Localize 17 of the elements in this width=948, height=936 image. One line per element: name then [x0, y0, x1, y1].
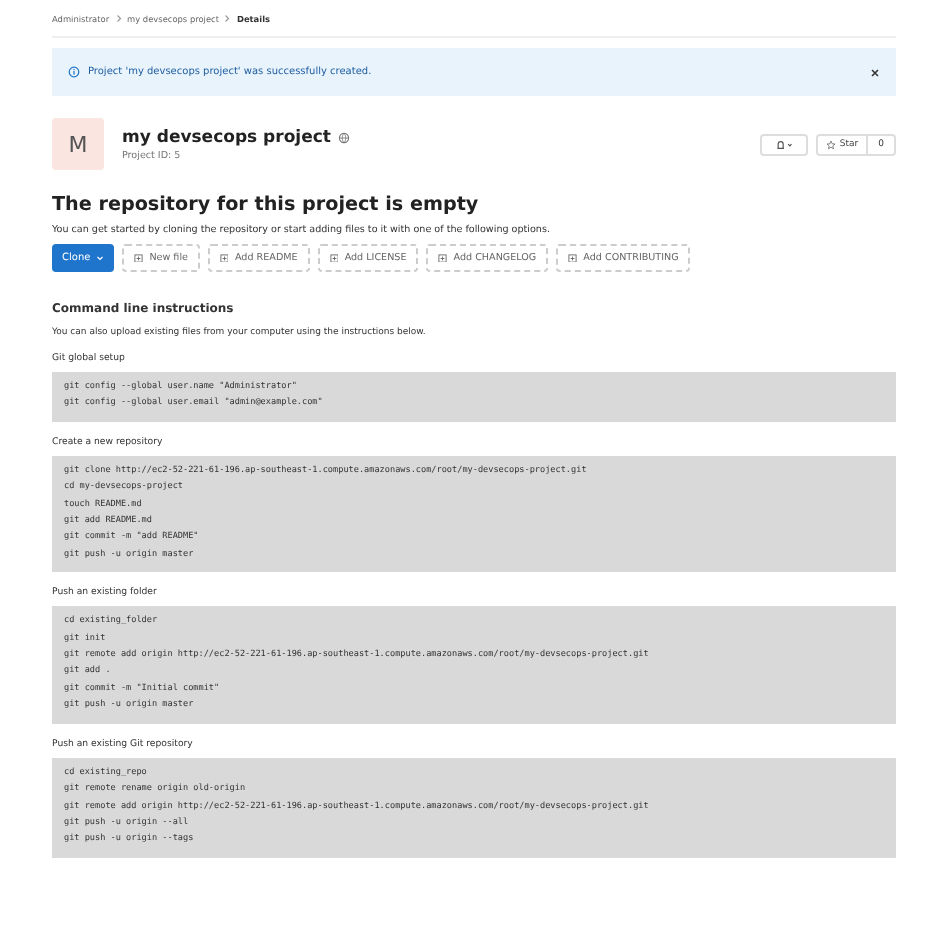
plus-square-icon: [568, 253, 578, 263]
chevron-icon: [224, 13, 231, 23]
info-icon: [68, 66, 80, 78]
close-icon[interactable]: [870, 67, 880, 77]
notification-button[interactable]: [759, 133, 808, 155]
project-name: my devsecops project: [122, 127, 331, 147]
bell-icon: [773, 137, 794, 151]
plus-square-icon: [219, 253, 229, 263]
plus-square-icon: [329, 253, 339, 263]
globe-icon: [338, 131, 351, 143]
caret-icon: [96, 254, 105, 262]
project-avatar: M: [52, 118, 104, 170]
plus-square-icon: [438, 253, 448, 263]
plus-square-icon: [134, 253, 144, 263]
empty-repository-heading: The repository for this project is empty: [52, 194, 481, 216]
star-icon: [825, 139, 836, 149]
chevron-icon: [115, 13, 122, 23]
